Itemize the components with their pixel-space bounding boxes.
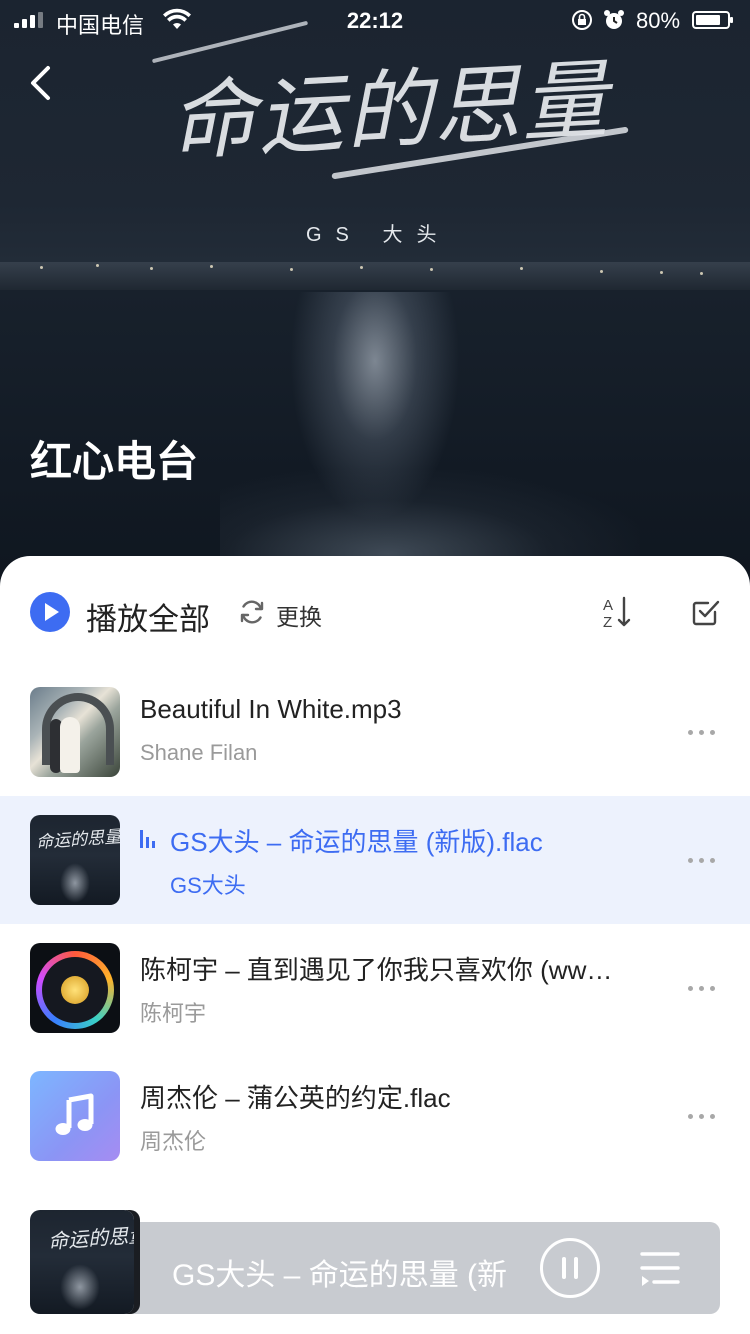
song-row[interactable]: 周杰伦 – 蒲公英的约定.flac 周杰伦 — [0, 1052, 750, 1180]
song-artist: GS大头 — [170, 873, 246, 898]
play-all-button[interactable]: 播放全部 — [86, 594, 210, 639]
song-title: GS大头 – 命运的思量 (新版).flac — [170, 827, 543, 857]
list-toolbar: 播放全部 更换 A Z — [0, 556, 750, 666]
more-options-icon[interactable] — [688, 724, 728, 740]
svg-text:A: A — [603, 597, 613, 614]
more-options-icon[interactable] — [688, 980, 728, 996]
album-art-artist: GS 大头 — [306, 224, 451, 246]
play-all-icon[interactable] — [30, 592, 70, 632]
sort-az-icon[interactable]: A Z — [600, 594, 636, 630]
coastline-lights — [0, 258, 750, 278]
mini-player-title[interactable]: GS大头 – 命运的思量 (新 — [172, 1250, 532, 1294]
album-art-title: 命运的思量 — [167, 50, 612, 173]
multi-select-icon[interactable] — [690, 596, 722, 628]
song-title: 周杰伦 – 蒲公英的约定.flac — [140, 1083, 451, 1113]
back-button[interactable] — [22, 60, 62, 106]
song-thumbnail: 命运的思量 — [30, 815, 120, 905]
battery-icon — [692, 11, 733, 29]
song-row[interactable]: Beautiful In White.mp3 Shane Filan — [0, 668, 750, 796]
refresh-button[interactable]: 更换 — [276, 598, 322, 632]
rotation-lock-icon — [570, 8, 594, 38]
song-thumbnail — [30, 943, 120, 1033]
chevron-left-icon — [31, 66, 50, 100]
song-title: 陈柯宇 – 直到遇见了你我只喜欢你 (ww… — [140, 955, 613, 985]
song-row-playing[interactable]: 命运的思量 GS大头 – 命运的思量 (新版).flac GS大头 — [0, 796, 750, 924]
song-artist: 周杰伦 — [140, 1129, 207, 1154]
more-options-icon[interactable] — [688, 852, 728, 868]
mini-player-cover[interactable]: 命运的思量 — [30, 1210, 134, 1314]
pause-icon — [562, 1257, 566, 1279]
song-list: Beautiful In White.mp3 Shane Filan 命运的思量… — [0, 668, 750, 1180]
playlist-title: 红心电台 — [30, 438, 199, 485]
song-title: Beautiful In White.mp3 — [140, 694, 402, 724]
music-note-icon — [55, 1093, 94, 1135]
playlist-queue-icon[interactable] — [638, 1248, 682, 1288]
more-options-icon[interactable] — [688, 1108, 728, 1124]
now-playing-icon — [140, 826, 160, 848]
playlist-cover: 命运的思量 GS 大头 红心电台 — [0, 0, 750, 600]
alarm-icon — [602, 8, 626, 38]
song-thumbnail — [30, 687, 120, 777]
battery-percent: 80% — [636, 8, 681, 33]
svg-text:Z: Z — [603, 614, 612, 630]
status-bar: 中国电信 22:12 80% — [0, 0, 750, 40]
pause-button[interactable] — [540, 1238, 600, 1298]
song-artist: 陈柯宇 — [140, 1001, 207, 1026]
song-thumbnail — [30, 1071, 120, 1161]
refresh-icon[interactable] — [238, 598, 266, 626]
song-artist: Shane Filan — [140, 740, 258, 765]
song-row[interactable]: 陈柯宇 – 直到遇见了你我只喜欢你 (ww… 陈柯宇 — [0, 924, 750, 1052]
